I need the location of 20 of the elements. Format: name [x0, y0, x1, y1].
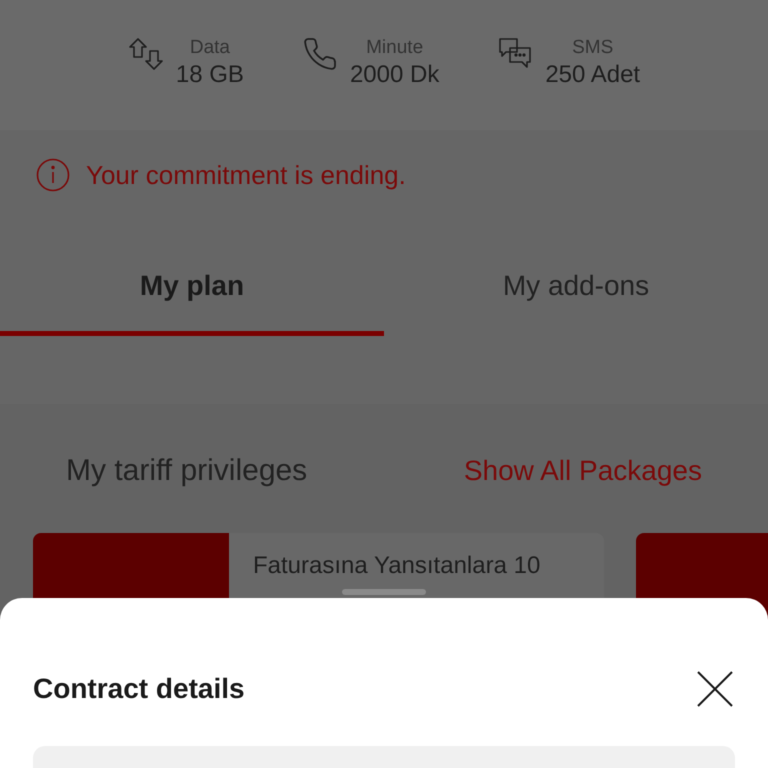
sheet-handle[interactable]: [342, 589, 426, 595]
phone-icon: [302, 36, 338, 72]
tab[interactable]: My plan: [0, 240, 384, 336]
chat-bubbles-icon: [497, 36, 534, 70]
close-icon: [697, 671, 733, 707]
allowance-value: 250 Adet: [545, 60, 640, 90]
allowance-label: Minute: [366, 36, 424, 60]
alert-message: Your commitment is ending.: [86, 158, 406, 192]
allowance-label: SMS: [572, 36, 614, 60]
tab[interactable]: My add-ons: [384, 240, 768, 336]
allowance-label: Data: [190, 36, 230, 60]
info-icon: [36, 158, 70, 192]
arrows-icon: [128, 36, 164, 72]
card-title: Faturasına Yansıtanlara 10: [253, 551, 540, 581]
section-title: My tariff privileges: [66, 453, 308, 489]
show-all-link[interactable]: Show All Packages: [464, 450, 702, 492]
allowance-value: 2000 Dk: [350, 60, 440, 90]
allowance-value: 18 GB: [176, 60, 244, 90]
sheet-title: Contract details: [33, 672, 245, 706]
close-button[interactable]: [695, 669, 735, 709]
